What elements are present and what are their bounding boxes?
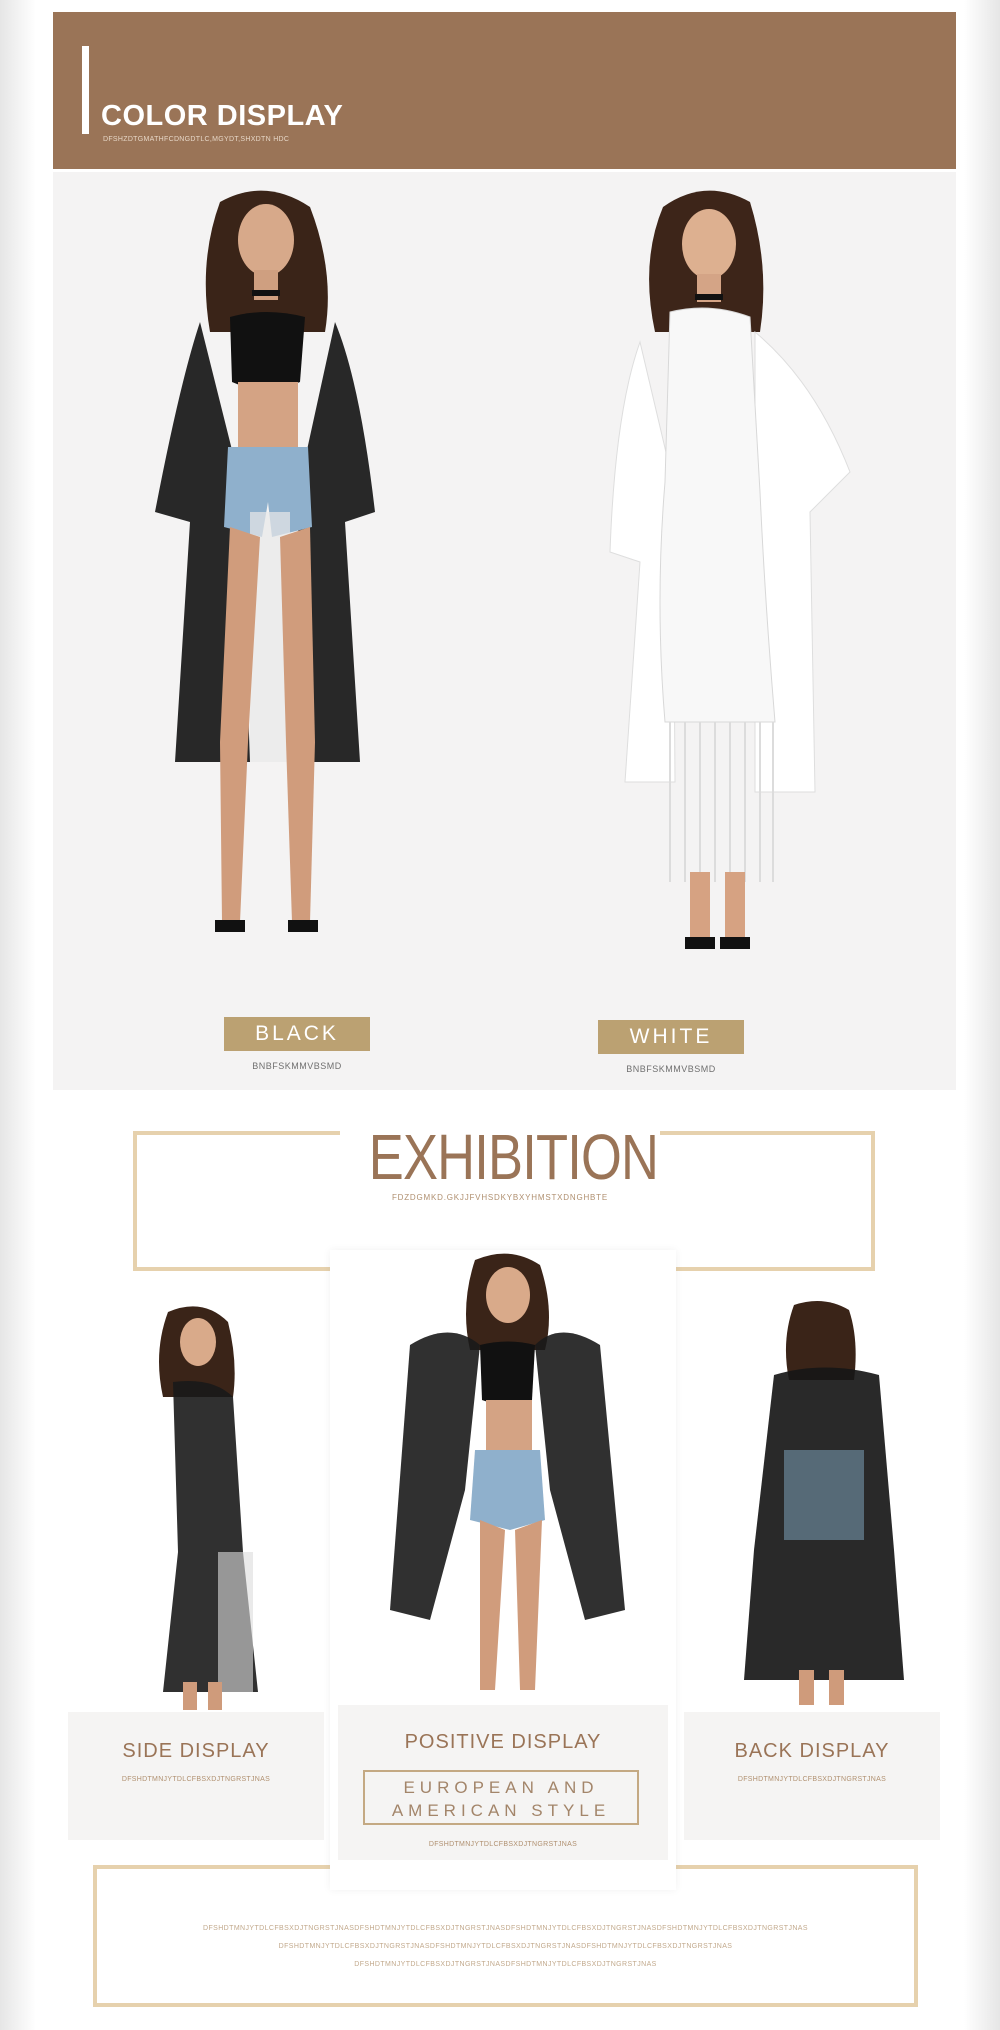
- side-display-card: SIDE DISPLAY DFSHDTMNJYTDLCFBSXDJTNGRSTJ…: [68, 1272, 324, 1840]
- color-display-title: COLOR DISPLAY: [101, 100, 344, 132]
- side-display-code: DFSHDTMNJYTDLCFBSXDJTNGRSTJNAS: [121, 1776, 271, 1783]
- style-tag-line1: EUROPEAN AND: [403, 1778, 599, 1797]
- back-model-photo: [729, 1300, 909, 1710]
- back-caption-box: BACK DISPLAY DFSHDTMNJYTDLCFBSXDJTNGRSTJ…: [684, 1712, 940, 1840]
- side-model-photo: [123, 1302, 283, 1712]
- color-display-banner: COLOR DISPLAY DFSHZDTGMATHFCDNGDTLC,MGYD…: [53, 12, 956, 169]
- exhibition-title: EXHIBITION: [368, 1121, 659, 1193]
- positive-display-code: DFSHDTMNJYTDLCFBSXDJTNGRSTJNAS: [428, 1841, 578, 1848]
- front-model-photo: [370, 1250, 640, 1700]
- footer-frame-gap: [330, 1860, 676, 1890]
- side-display-title: SIDE DISPLAY: [122, 1740, 270, 1762]
- footer-line-1: DFSHDTMNJYTDLCFBSXDJTNGRSTJNASDFSHDTMNJY…: [203, 1925, 808, 1932]
- positive-display-title: POSITIVE DISPLAY: [404, 1731, 602, 1753]
- footer-line-2: DFSHDTMNJYTDLCFBSXDJTNGRSTJNASDFSHDTMNJY…: [278, 1943, 733, 1950]
- back-display-title: BACK DISPLAY: [734, 1740, 890, 1762]
- color-label-white: WHITE: [598, 1020, 744, 1054]
- back-display-card: BACK DISPLAY DFSHDTMNJYTDLCFBSXDJTNGRSTJ…: [684, 1272, 940, 1840]
- style-tag: EUROPEAN AND AMERICAN STYLE: [363, 1770, 639, 1825]
- black-model-photo: [120, 182, 410, 1012]
- style-tag-line2: AMERICAN STYLE: [391, 1801, 611, 1820]
- color-display-subtitle: DFSHZDTGMATHFCDNGDTLC,MGYDT,SHXDTN HDC: [103, 136, 290, 143]
- page-shadow-left: [0, 0, 36, 2030]
- page-shadow-right: [964, 0, 1000, 2030]
- exhibition-heading: EXHIBITION FDZDGMKD.GKJJFVHSDKYBXYHMSTXD…: [340, 1117, 660, 1205]
- side-caption-box: SIDE DISPLAY DFSHDTMNJYTDLCFBSXDJTNGRSTJ…: [68, 1712, 324, 1840]
- back-display-code: DFSHDTMNJYTDLCFBSXDJTNGRSTJNAS: [737, 1776, 887, 1783]
- white-model-photo: [585, 182, 875, 1012]
- banner-accent-bar: [82, 46, 89, 134]
- color-code-black: BNBFSKMMVBSMD: [252, 1061, 342, 1071]
- color-code-white: BNBFSKMMVBSMD: [626, 1064, 716, 1074]
- footer-line-3: DFSHDTMNJYTDLCFBSXDJTNGRSTJNASDFSHDTMNJY…: [354, 1961, 657, 1968]
- color-label-black: BLACK: [224, 1017, 370, 1051]
